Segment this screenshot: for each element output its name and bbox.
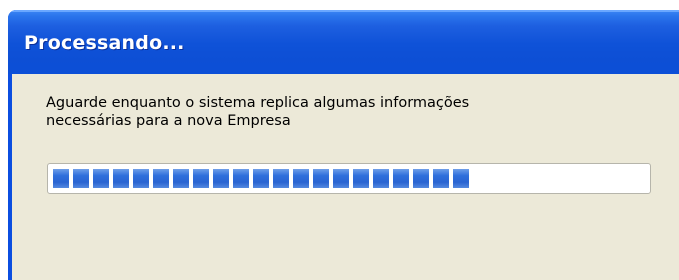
progress-block bbox=[273, 169, 289, 188]
status-message: Aguarde enquanto o sistema replica algum… bbox=[46, 94, 626, 130]
progress-block bbox=[313, 169, 329, 188]
title-bar[interactable]: Processando... bbox=[8, 10, 679, 74]
progress-block bbox=[213, 169, 229, 188]
status-message-line-1: Aguarde enquanto o sistema replica algum… bbox=[46, 95, 470, 111]
progress-block bbox=[133, 169, 149, 188]
progress-block bbox=[333, 169, 349, 188]
progress-block bbox=[53, 169, 69, 188]
progress-block bbox=[233, 169, 249, 188]
window-title: Processando... bbox=[24, 32, 185, 54]
progress-block bbox=[413, 169, 429, 188]
progress-block bbox=[293, 169, 309, 188]
dialog-body: Aguarde enquanto o sistema replica algum… bbox=[12, 74, 679, 280]
progress-block bbox=[193, 169, 209, 188]
progress-block bbox=[73, 169, 89, 188]
progress-block bbox=[113, 169, 129, 188]
progress-block bbox=[93, 169, 109, 188]
progress-block bbox=[393, 169, 409, 188]
progress-track bbox=[53, 169, 645, 188]
progress-block bbox=[433, 169, 449, 188]
progress-block bbox=[453, 169, 469, 188]
progress-block bbox=[353, 169, 369, 188]
progress-bar bbox=[47, 163, 651, 194]
progress-block bbox=[373, 169, 389, 188]
processing-dialog: Processando... Aguarde enquanto o sistem… bbox=[8, 10, 679, 280]
status-message-line-2: necessárias para a nova Empresa bbox=[46, 113, 291, 129]
progress-block bbox=[173, 169, 189, 188]
progress-block bbox=[153, 169, 169, 188]
progress-block bbox=[253, 169, 269, 188]
